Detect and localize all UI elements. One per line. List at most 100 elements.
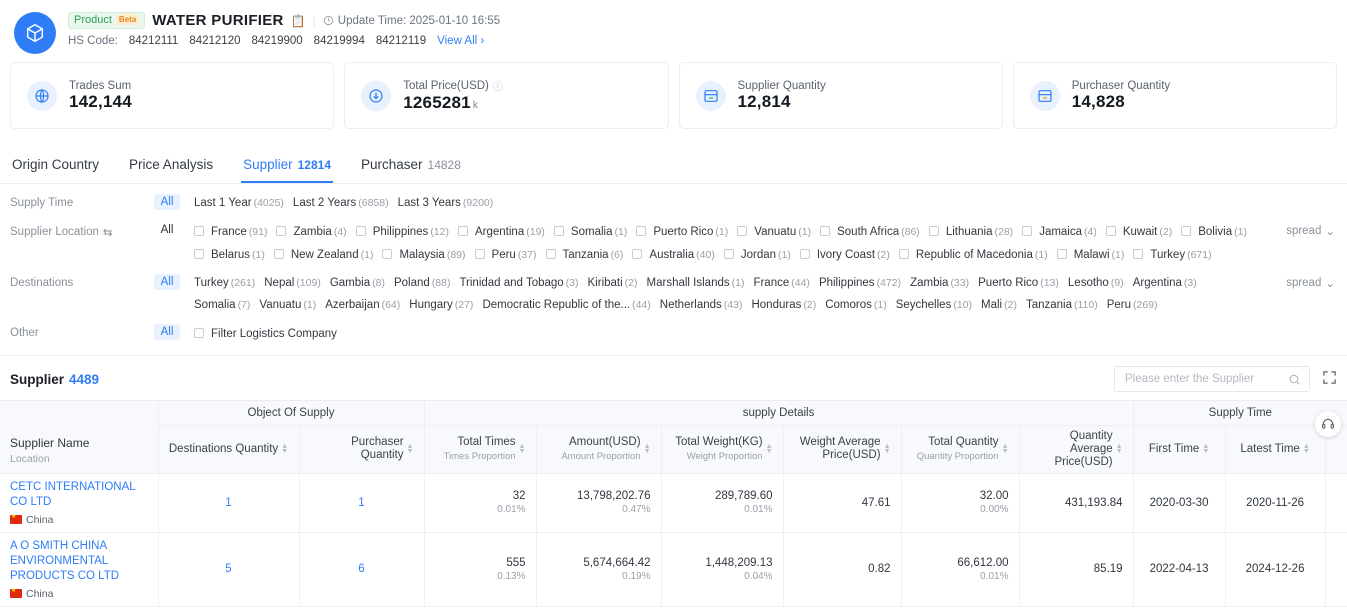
checkbox-icon[interactable] (1022, 226, 1033, 236)
cell-destinations-quantity[interactable]: 5 (158, 532, 300, 607)
filter-item[interactable]: South Africa (86) (820, 222, 929, 241)
filter-item[interactable]: Seychelles (10) (896, 296, 981, 314)
filter-item[interactable]: Trinidad and Tobago (3) (459, 274, 587, 292)
checkbox-icon[interactable] (820, 226, 831, 236)
filter-item[interactable]: Jamaica (4) (1022, 222, 1106, 241)
filter-item[interactable]: New Zealand (1) (273, 245, 383, 264)
hs-code-1[interactable]: 84212120 (189, 35, 240, 47)
cell-supplier-name[interactable]: CETC INTERNATIONAL CO LTD China (0, 473, 159, 533)
checkbox-icon[interactable] (1056, 249, 1067, 259)
search-input[interactable] (1123, 372, 1288, 386)
filter-item[interactable]: Nepal (109) (264, 274, 330, 292)
filter-item[interactable]: Malawi (1) (1056, 245, 1134, 264)
filter-item[interactable]: France (91) (194, 222, 276, 241)
filter-item[interactable]: Ivory Coast (2) (799, 245, 899, 264)
checkbox-icon[interactable] (898, 249, 909, 259)
filter-item[interactable]: Australia (40) (632, 245, 723, 264)
checkbox-icon[interactable] (1133, 249, 1144, 259)
checkbox-icon[interactable] (355, 226, 366, 236)
sort-icon[interactable]: ▲ ▼ (1202, 443, 1209, 455)
tab-purchaser[interactable]: Purchaser 14828 (359, 149, 463, 183)
checkbox-icon[interactable] (276, 226, 287, 236)
col-latest-time[interactable]: Latest Time ▲ ▼ (1225, 425, 1326, 474)
filter-item[interactable]: Puerto Rico (13) (978, 274, 1068, 292)
filter-all-destinations[interactable]: All (150, 274, 184, 290)
cell-purchaser-quantity[interactable]: 1 (299, 473, 425, 533)
filter-item[interactable]: Philippines (12) (355, 222, 458, 241)
filter-item[interactable]: Lithuania (28) (928, 222, 1022, 241)
filter-item[interactable]: Zambia (33) (910, 274, 978, 292)
support-headset-icon[interactable] (1315, 411, 1341, 437)
filter-item[interactable]: Turkey (261) (194, 274, 264, 292)
hs-code-2[interactable]: 84219900 (252, 35, 303, 47)
col-total-weight-kg[interactable]: Total Weight(KG) Weight Proportion ▲ ▼ (661, 425, 784, 474)
supplier-search[interactable] (1114, 366, 1310, 392)
checkbox-icon[interactable] (723, 249, 734, 259)
checkbox-icon[interactable] (382, 249, 393, 259)
tab-supplier[interactable]: Supplier 12814 (241, 149, 333, 183)
col-weight-average-price[interactable]: Weight Average Price(USD) ▲ ▼ (783, 425, 902, 474)
hs-code-0[interactable]: 84212111 (129, 35, 178, 47)
filter-item[interactable]: Tanzania (6) (545, 245, 633, 264)
filter-item[interactable]: Kiribati (2) (588, 274, 647, 292)
cell-destinations-quantity[interactable]: 1 (158, 473, 300, 533)
table-row[interactable]: A O SMITH CHINA ENVIRONMENTAL PRODUCTS C… (0, 532, 1347, 607)
filter-all-supplier-location[interactable]: All (150, 222, 184, 238)
sort-icon[interactable]: ▲ ▼ (1303, 443, 1310, 455)
checkbox-icon[interactable] (194, 226, 204, 236)
checkbox-icon[interactable] (737, 226, 748, 236)
filter-item[interactable]: Lesotho (9) (1068, 274, 1133, 292)
filter-item[interactable]: France (44) (753, 274, 818, 292)
col-total-times[interactable]: Total Times Times Proportion ▲ ▼ (424, 425, 537, 474)
checkbox-icon[interactable] (799, 249, 810, 259)
col-amount-usd[interactable]: Amount(USD) Amount Proportion ▲ ▼ (536, 425, 662, 474)
sort-icon[interactable]: ▲ ▼ (884, 443, 891, 455)
filter-item[interactable]: Turkey (671) (1133, 245, 1220, 264)
sort-icon[interactable]: ▲ ▼ (766, 443, 773, 455)
filter-item[interactable]: Last 2 Years (6858) (293, 194, 398, 212)
checkbox-icon[interactable] (632, 249, 643, 259)
filter-item[interactable]: Comoros (1) (825, 296, 896, 314)
filter-item[interactable]: Mali (2) (981, 296, 1026, 314)
sort-icon[interactable]: ▲ ▼ (1116, 443, 1123, 455)
filter-item[interactable]: Hungary (27) (409, 296, 482, 314)
filter-item[interactable]: Poland (88) (394, 274, 460, 292)
filter-item[interactable]: Democratic Republic of the... (44) (482, 296, 659, 314)
checkbox-icon[interactable] (474, 249, 485, 259)
sort-icon[interactable]: ▲ ▼ (644, 443, 651, 455)
col-destinations-quantity[interactable]: Destinations Quantity ▲ ▼ (158, 425, 300, 474)
supplier-name-link[interactable]: CETC INTERNATIONAL CO LTD (10, 480, 148, 510)
filter-item[interactable]: Bolivia (1) (1181, 222, 1256, 241)
filter-item[interactable]: Vanuatu (1) (259, 296, 325, 314)
expand-icon[interactable] (1322, 370, 1337, 388)
filter-item[interactable]: Marshall Islands (1) (647, 274, 754, 292)
table-row[interactable]: CETC INTERNATIONAL CO LTDChina11320.01%1… (0, 473, 1347, 533)
cell-purchaser-quantity[interactable]: 6 (299, 532, 425, 607)
filter-item[interactable]: Belarus (1) (194, 245, 274, 264)
filter-item-logistics-company[interactable]: Filter Logistics Company (194, 324, 346, 343)
filter-item[interactable]: Jordan (1) (723, 245, 800, 264)
hs-code-3[interactable]: 84219994 (314, 35, 365, 47)
col-first-time[interactable]: First Time ▲ ▼ (1133, 425, 1226, 474)
filter-item[interactable]: Philippines (472) (819, 274, 910, 292)
sort-icon[interactable]: ▲ ▼ (281, 443, 288, 455)
col-total-quantity[interactable]: Total Quantity Quantity Proportion ▲ ▼ (901, 425, 1020, 474)
checkbox-icon[interactable] (194, 249, 204, 259)
filter-item[interactable]: Somalia (1) (553, 222, 636, 241)
filter-item[interactable]: Last 1 Year (4025) (194, 194, 293, 212)
checkbox-icon[interactable] (1105, 226, 1116, 236)
checkbox-icon[interactable] (1181, 226, 1192, 236)
col-quantity-average-price[interactable]: Quantity Average Price(USD) ▲ ▼ (1019, 425, 1134, 474)
cell-supplier-name[interactable]: A O SMITH CHINA ENVIRONMENTAL PRODUCTS C… (0, 532, 159, 607)
spread-toggle-destinations[interactable]: spread ⌄ (1286, 276, 1335, 290)
filter-item[interactable]: Malaysia (89) (382, 245, 474, 264)
spread-toggle-supplier-location[interactable]: spread ⌄ (1286, 224, 1335, 238)
filter-item[interactable]: Peru (37) (474, 245, 546, 264)
filter-item[interactable]: Kuwait (2) (1105, 222, 1181, 241)
filter-item[interactable]: Gambia (8) (330, 274, 394, 292)
filter-item[interactable]: Argentina (19) (458, 222, 554, 241)
checkbox-icon[interactable] (458, 226, 468, 236)
copy-icon[interactable]: 📋 (291, 14, 306, 28)
tab-origin-country[interactable]: Origin Country (10, 149, 101, 183)
sort-icon[interactable]: ▲ ▼ (407, 443, 414, 455)
